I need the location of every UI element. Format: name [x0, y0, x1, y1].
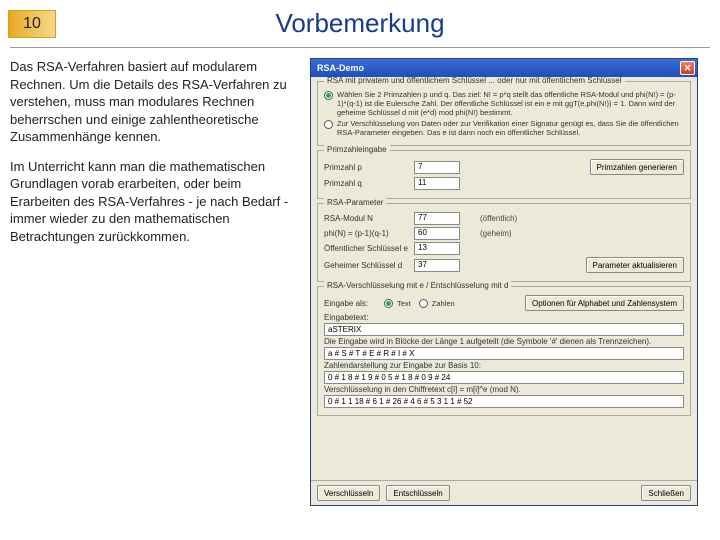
page-title: Vorbemerkung: [0, 8, 720, 39]
modul-note: (öffentlich): [480, 214, 517, 223]
privkey-input[interactable]: 37: [414, 259, 460, 272]
alphabet-options-button[interactable]: Optionen für Alphabet und Zahlensystem: [525, 295, 684, 311]
update-params-button[interactable]: Parameter aktualisieren: [586, 257, 684, 273]
encrypt-button[interactable]: Verschlüsseln: [317, 485, 380, 501]
prime-p-input[interactable]: 7: [414, 161, 460, 174]
radio-input-numbers[interactable]: [419, 299, 428, 308]
radio-input-text-label: Text: [397, 299, 411, 308]
group-encrypt-title: RSA-Verschlüsselung mit e / Entschlüssel…: [324, 281, 511, 290]
cipher-field[interactable]: 0 # 1 1 18 # 6 1 # 26 # 4 6 # 5 3 1 1 # …: [324, 395, 684, 408]
group-mode-title: RSA mit privatem und öffentlichem Schlüs…: [324, 77, 625, 85]
prime-p-label: Primzahl p: [324, 163, 414, 172]
input-text-field[interactable]: aSTERIX: [324, 323, 684, 336]
generate-primes-button[interactable]: Primzahlen generieren: [590, 159, 685, 175]
divider: [10, 47, 710, 48]
radio-both-keys-label: Wählen Sie 2 Primzahlen p und q. Das zie…: [337, 90, 684, 117]
rsa-demo-dialog: RSA-Demo ✕ RSA mit privatem und öffentli…: [310, 58, 698, 506]
prime-q-label: Primzahl q: [324, 179, 414, 188]
blocks-label: Die Eingabe wird in Blöcke der Länge 1 a…: [324, 337, 684, 346]
phi-note: (geheim): [480, 229, 512, 238]
body-text: Das RSA-Verfahren basiert auf modularem …: [10, 58, 310, 506]
modul-label: RSA-Modul N: [324, 214, 414, 223]
group-rsa-params: RSA-Parameter RSA-Modul N 77 (öffentlich…: [317, 203, 691, 282]
radio-input-text[interactable]: [384, 299, 393, 308]
prime-q-input[interactable]: 11: [414, 177, 460, 190]
dialog-button-bar: Verschlüsseln Entschlüsseln Schließen: [311, 480, 697, 505]
numbers-label: Zahlendarstellung zur Eingabe zur Basis …: [324, 361, 684, 370]
radio-pubkey-only-label: Zur Verschlüsselung von Daten oder zur V…: [337, 119, 684, 137]
phi-input[interactable]: 60: [414, 227, 460, 240]
pubkey-label: Öffentlicher Schlüssel e: [324, 244, 414, 253]
paragraph-1: Das RSA-Verfahren basiert auf modularem …: [10, 58, 296, 146]
dialog-title: RSA-Demo: [317, 63, 364, 73]
phi-label: phi(N) = (p-1)(q-1): [324, 229, 414, 238]
radio-input-numbers-label: Zahlen: [432, 299, 455, 308]
group-mode: RSA mit privatem und öffentlichem Schlüs…: [317, 81, 691, 146]
pubkey-input[interactable]: 13: [414, 242, 460, 255]
radio-pubkey-only[interactable]: [324, 120, 333, 129]
blocks-field[interactable]: a # S # T # E # R # I # X: [324, 347, 684, 360]
group-rsa-params-title: RSA-Parameter: [324, 198, 386, 207]
paragraph-2: Im Unterricht kann man die mathematische…: [10, 158, 296, 246]
input-as-label: Eingabe als:: [324, 299, 384, 308]
group-primes-title: Primzahleingabe: [324, 145, 390, 154]
numbers-field[interactable]: 0 # 1 8 # 1 9 # 0 5 # 1 8 # 0 9 # 24: [324, 371, 684, 384]
privkey-label: Geheimer Schlüssel d: [324, 261, 414, 270]
cipher-label: Verschlüsselung in den Chiffretext c[i] …: [324, 385, 684, 394]
close-button[interactable]: Schließen: [641, 485, 691, 501]
close-icon[interactable]: ✕: [680, 61, 695, 75]
input-text-label: Eingabetext:: [324, 313, 684, 322]
group-primes: Primzahleingabe Primzahl p 7 Primzahlen …: [317, 150, 691, 199]
modul-input[interactable]: 77: [414, 212, 460, 225]
decrypt-button[interactable]: Entschlüsseln: [386, 485, 449, 501]
radio-both-keys[interactable]: [324, 91, 333, 100]
group-encrypt: RSA-Verschlüsselung mit e / Entschlüssel…: [317, 286, 691, 416]
dialog-titlebar[interactable]: RSA-Demo ✕: [311, 59, 697, 77]
